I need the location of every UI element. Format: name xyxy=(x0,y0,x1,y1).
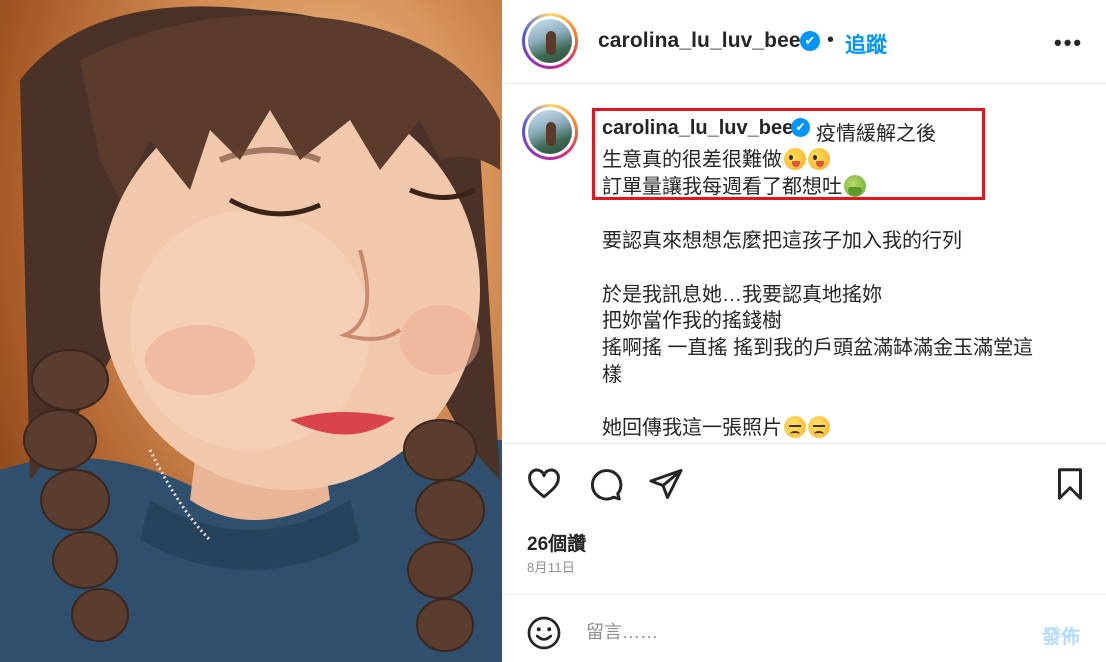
caption-line-6: 把妳當作我的搖錢樹 xyxy=(602,304,782,333)
comment-input[interactable] xyxy=(586,619,1016,645)
caption-text: 訂單量讓我每週看了都想吐 xyxy=(602,176,842,198)
share-send-icon[interactable] xyxy=(648,466,684,502)
caption-section: carolina_lu_luv_bee ✔ 疫情緩解之後 生意真的很差很難做 訂… xyxy=(502,85,1106,443)
caption-line-7: 搖啊搖 一直搖 搖到我的戶頭盆滿缽滿金玉滿堂這 xyxy=(602,331,1033,360)
caption-author-avatar[interactable] xyxy=(522,104,578,160)
caption-text: 搖啊搖 一直搖 搖到我的戶頭盆滿缽滿金玉滿堂這 xyxy=(602,337,1034,359)
caption-username[interactable]: carolina_lu_luv_bee xyxy=(602,117,793,140)
comment-bubble-icon[interactable] xyxy=(587,466,623,502)
post-date[interactable]: 8月11日 xyxy=(527,557,575,576)
emoji-picker-icon[interactable] xyxy=(526,615,562,651)
unamused-face-emoji-icon xyxy=(784,416,806,438)
caption-text: 疫情緩解之後 xyxy=(816,123,936,145)
caption-line-4: 要認真來想想怎麼把這孩子加入我的行列 xyxy=(602,224,962,253)
post-actions: 26個讚 8月11日 xyxy=(502,443,1106,593)
photo-illustration xyxy=(0,6,502,662)
post-comment-button[interactable]: 發佈 xyxy=(1042,622,1080,649)
separator-dot: • xyxy=(827,29,835,51)
zany-face-emoji-icon xyxy=(808,148,830,170)
author-avatar[interactable] xyxy=(522,13,578,69)
follow-button[interactable]: 追蹤 xyxy=(845,29,887,59)
likes-count[interactable]: 26個讚 xyxy=(527,529,586,556)
vomiting-face-emoji-icon xyxy=(844,175,866,197)
caption-text: 生意真的很差很難做 xyxy=(602,149,782,171)
like-heart-icon[interactable] xyxy=(526,466,562,502)
caption-line-5: 於是我訊息她…我要認真地搖妳 xyxy=(602,278,882,307)
save-bookmark-icon[interactable] xyxy=(1052,466,1088,502)
caption-line-8: 樣 xyxy=(602,358,622,387)
author-username[interactable]: carolina_lu_luv_bee xyxy=(598,29,801,53)
more-options-icon[interactable]: ••• xyxy=(1054,30,1083,56)
caption-text: 把妳當作我的搖錢樹 xyxy=(602,310,782,332)
caption-verified-badge-icon: ✔ xyxy=(791,118,810,137)
caption-line-1: 疫情緩解之後 xyxy=(816,117,936,146)
caption-line-2: 生意真的很差很難做 xyxy=(602,143,830,172)
post-side-panel: carolina_lu_luv_bee ✔ • 追蹤 ••• carolina_… xyxy=(502,0,1106,662)
comment-bar: 發佈 xyxy=(502,594,1106,662)
unamused-face-emoji-icon xyxy=(808,416,830,438)
caption-line-3: 訂單量讓我每週看了都想吐 xyxy=(602,170,866,199)
post-photo xyxy=(0,0,502,662)
caption-text: 樣 xyxy=(602,364,622,386)
zany-face-emoji-icon xyxy=(784,148,806,170)
caption-text: 要認真來想想怎麼把這孩子加入我的行列 xyxy=(602,230,962,252)
post-header: carolina_lu_luv_bee ✔ • 追蹤 ••• xyxy=(502,0,1106,84)
caption-line-9: 她回傳我這一張照片 xyxy=(602,411,830,440)
caption-text: 她回傳我這一張照片 xyxy=(602,417,782,439)
caption-text: 於是我訊息她…我要認真地搖妳 xyxy=(602,284,882,306)
verified-badge-icon: ✔ xyxy=(800,31,820,51)
